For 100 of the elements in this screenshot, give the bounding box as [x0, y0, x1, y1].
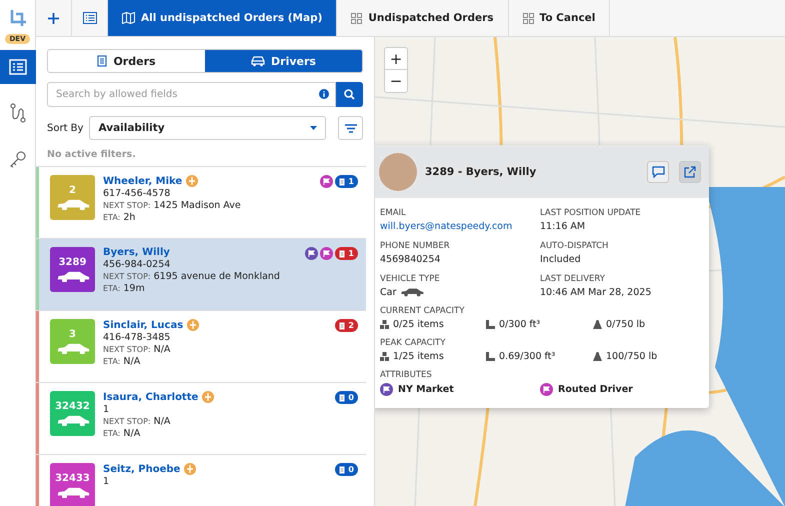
capacity-value: 0/300 ft³: [499, 319, 540, 330]
field-label: PEAK CAPACITY: [380, 338, 446, 348]
field-label: AUTO-DISPATCH: [540, 241, 610, 251]
list-icon: [82, 12, 96, 24]
order-count-badge: 1: [335, 175, 358, 188]
weight-icon: [593, 352, 602, 361]
search-field[interactable]: Search by allowed fields: [47, 82, 336, 107]
segment-button[interactable]: Drivers: [205, 50, 362, 72]
car-icon: [56, 270, 90, 282]
order-count-badge: 0: [335, 463, 358, 476]
zoom-in-button[interactable]: +: [385, 48, 407, 70]
driver-phone: 617-456-4578: [103, 188, 172, 199]
field-label: VEHICLE TYPE: [380, 274, 441, 284]
driver-name[interactable]: Seitz, Phoebe: [103, 464, 180, 474]
weight-icon: [593, 320, 602, 329]
driver-card[interactable]: 3 Sinclair, Lucas 416-478-3485 NEXT STOP: N/A ETA: N/A 2: [36, 311, 366, 383]
order-count-badge: 1: [335, 247, 358, 260]
order-count-badge: 0: [335, 391, 358, 404]
external-link-icon: [684, 166, 696, 178]
vehicle-avatar: 2: [50, 175, 95, 220]
email-link[interactable]: will.byers@natespeedy.com: [380, 221, 540, 232]
nav-button[interactable]: [0, 50, 36, 84]
filter-button[interactable]: [338, 116, 363, 140]
tab[interactable]: To Cancel: [508, 0, 610, 36]
tab[interactable]: All undispatched Orders (Map): [108, 0, 338, 36]
car-icon: [56, 342, 90, 354]
driver-card[interactable]: 32432 Isaura, Charlotte 1 NEXT STOP: N/A ETA: N/A 0: [36, 383, 366, 455]
avatar-placeholder: [379, 152, 417, 190]
eta: ETA: N/A: [103, 356, 142, 367]
capacity-value: 0/750 lb: [606, 319, 646, 330]
driver-phone: 456-984-0254: [103, 259, 172, 270]
car-icon: [251, 56, 266, 66]
driver-card[interactable]: 2 Wheeler, Mike 617-456-4578 NEXT STOP: 1425 Madison Ave ETA: 2h 1: [36, 167, 366, 239]
attribute-label: Routed Driver: [558, 384, 633, 395]
ruler-icon: [486, 352, 495, 361]
route-icon: [8, 103, 26, 123]
car-icon: [56, 486, 90, 498]
open-external-button[interactable]: [679, 160, 701, 182]
grid-icon: [351, 12, 362, 24]
car-icon: [56, 414, 90, 426]
next-stop: NEXT STOP: 1425 Madison Ave: [103, 200, 241, 211]
next-stop: NEXT STOP: 6195 avenue de Monkland: [103, 271, 280, 282]
plus-icon: [47, 12, 60, 24]
filter-status: No active filters.: [47, 149, 137, 160]
vehicle-avatar: 32433: [50, 463, 95, 506]
capacity-value: 100/750 lb: [606, 351, 658, 362]
popup-title: 3289 - Byers, Willy: [425, 166, 538, 178]
field-value: 11:16 AM: [540, 221, 586, 232]
field-label: ATTRIBUTES: [380, 370, 433, 380]
boxes-icon: [380, 320, 389, 329]
dispatch-icon: [187, 319, 200, 331]
tab[interactable]: Undispatched Orders: [337, 0, 509, 36]
driver-phone: 1: [103, 476, 110, 487]
list-icon: [8, 59, 26, 75]
field-value: Included: [540, 254, 582, 265]
field-label: LAST POSITION UPDATE: [540, 208, 642, 218]
car-icon: [56, 198, 90, 210]
chat-icon: [652, 166, 664, 178]
search-button[interactable]: [336, 82, 363, 107]
info-icon: [319, 89, 329, 99]
field-label: EMAIL: [380, 208, 407, 218]
field-label: PHONE NUMBER: [380, 241, 451, 251]
next-stop: NEXT STOP: N/A: [103, 344, 172, 355]
eta: ETA: 2h: [103, 212, 136, 223]
dispatch-icon: [186, 175, 198, 187]
receipt-icon: [97, 55, 108, 67]
filter-icon: [344, 124, 356, 132]
driver-card[interactable]: 3289 Byers, Willy 456-984-0254 NEXT STOP: 6195 avenue de Monkland ETA: 19m 1: [36, 239, 366, 311]
zoom-out-button[interactable]: −: [385, 70, 407, 92]
vehicle-avatar: 3: [50, 319, 95, 364]
dispatch-icon: [202, 391, 214, 403]
driver-name[interactable]: Sinclair, Lucas: [103, 320, 184, 330]
driver-name[interactable]: Isaura, Charlotte: [103, 392, 198, 402]
search-icon: [344, 89, 355, 100]
vehicle-avatar: 32432: [50, 391, 95, 436]
sort-label: Sort By: [47, 122, 84, 134]
car-icon: [400, 288, 424, 297]
message-button[interactable]: [647, 160, 669, 182]
sort-dropdown[interactable]: Availability: [89, 116, 326, 140]
field-label: CURRENT CAPACITY: [380, 306, 466, 316]
map-icon: [122, 12, 135, 24]
dispatch-icon: [184, 463, 196, 475]
eta: ETA: N/A: [103, 428, 142, 439]
capacity-value: 0.69/300 ft³: [499, 351, 556, 362]
boxes-icon: [380, 352, 389, 361]
field-value: 4569840254: [380, 254, 442, 265]
ruler-icon: [486, 320, 495, 329]
capacity-value: 0/25 items: [393, 319, 444, 330]
caret-icon: [310, 126, 317, 130]
grid-icon: [522, 12, 534, 24]
driver-name[interactable]: Byers, Willy: [103, 247, 170, 258]
attribute-label: NY Market: [398, 384, 454, 395]
field-value: 10:46 AM Mar 28, 2025: [540, 287, 652, 298]
driver-phone: 1: [103, 404, 110, 415]
capacity-value: 1/25 items: [393, 351, 444, 362]
key-icon: [8, 150, 26, 168]
vehicle-avatar: 3289: [50, 247, 95, 292]
next-stop: NEXT STOP: N/A: [103, 416, 172, 427]
order-count-badge: 2: [335, 319, 358, 332]
driver-name[interactable]: Wheeler, Mike: [103, 176, 182, 186]
